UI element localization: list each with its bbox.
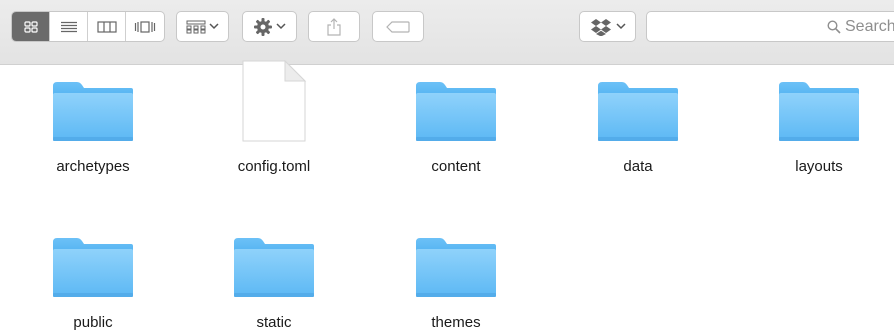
search-field[interactable]: Search [646, 11, 894, 42]
folder-item[interactable]: themes [381, 222, 531, 331]
arrange-grid-icon [186, 20, 206, 34]
tags-button[interactable] [372, 11, 424, 42]
search-icon [827, 20, 841, 34]
folder-item[interactable]: layouts [744, 66, 894, 175]
folder-icon [48, 66, 138, 142]
folder-icon [411, 66, 501, 142]
folder-icon [48, 222, 138, 298]
search-placeholder: Search [845, 18, 894, 35]
folder-icon [229, 222, 319, 298]
coverflow-view-button[interactable] [126, 12, 164, 41]
folder-icon [593, 66, 683, 142]
folder-item[interactable]: static [199, 222, 349, 331]
folder-item[interactable]: public [18, 222, 168, 331]
grid-icon [23, 20, 38, 33]
icon-view-button[interactable] [12, 12, 50, 41]
share-icon [327, 17, 341, 36]
item-label: data [623, 158, 653, 175]
finder-toolbar: Search [0, 0, 894, 65]
columns-icon [96, 20, 117, 33]
search-placeholder-area: Search [827, 18, 894, 36]
item-label: archetypes [56, 158, 130, 175]
dropbox-icon [590, 18, 612, 36]
view-mode-control [11, 11, 165, 42]
folder-item[interactable]: data [563, 66, 713, 175]
chevron-down-icon [276, 23, 286, 30]
item-label: config.toml [237, 158, 311, 175]
folder-icon [774, 66, 864, 142]
chevron-down-icon [615, 23, 626, 30]
folder-item[interactable]: content [381, 66, 531, 175]
item-label: content [431, 158, 481, 175]
folder-item[interactable]: archetypes [18, 66, 168, 175]
file-item[interactable]: config.toml [199, 60, 349, 175]
tag-icon [386, 20, 410, 33]
item-label: themes [431, 314, 481, 331]
list-icon [60, 21, 78, 33]
list-view-button[interactable] [50, 12, 88, 41]
item-label: static [256, 314, 292, 331]
folder-icon [411, 222, 501, 298]
dropbox-button[interactable] [579, 11, 636, 42]
gear-icon [253, 17, 273, 37]
arrange-button[interactable] [176, 11, 229, 42]
share-button[interactable] [308, 11, 360, 42]
chevron-down-icon [209, 23, 219, 30]
action-button[interactable] [242, 11, 297, 42]
column-view-button[interactable] [88, 12, 126, 41]
item-label: layouts [795, 158, 843, 175]
document-icon [229, 60, 319, 142]
item-label: public [73, 314, 113, 331]
coverflow-icon [134, 20, 156, 33]
